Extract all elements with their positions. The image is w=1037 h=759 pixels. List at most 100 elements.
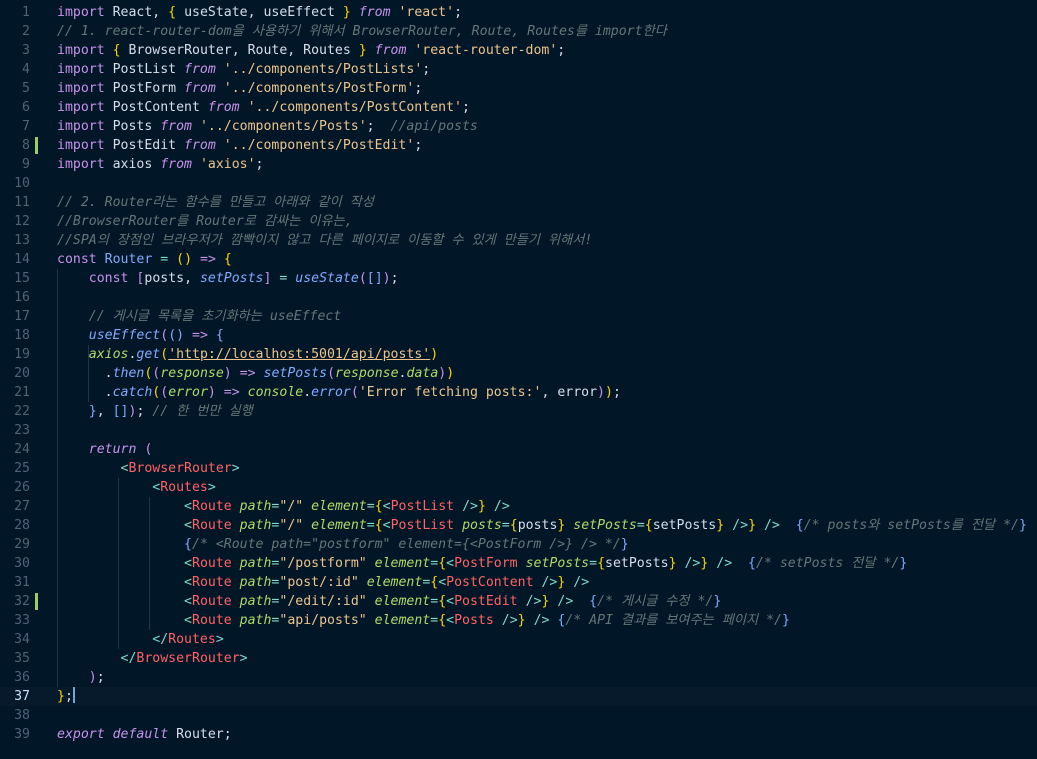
- code-token: Route: [192, 613, 232, 628]
- code-line[interactable]: 4 import PostList from '../components/Pos…: [0, 60, 1037, 79]
- code-line[interactable]: 6 import PostContent from '../components/…: [0, 98, 1037, 117]
- code-text: // 2. Router라는 함수를 만들고 아래와 같이 작성: [57, 193, 374, 212]
- code-line[interactable]: 37};: [0, 687, 1037, 706]
- code-line[interactable]: 3 import { BrowserRouter, Route, Routes }…: [0, 41, 1037, 60]
- code-token: error: [311, 385, 351, 400]
- code-token: Route: [192, 518, 232, 533]
- code-text: import Posts from '../components/Posts';…: [57, 117, 478, 136]
- code-token: useState: [295, 271, 359, 286]
- code-token: ;: [64, 689, 73, 704]
- code-token: }: [477, 499, 486, 514]
- code-token: setPosts: [525, 556, 590, 571]
- line-number: 2: [22, 24, 30, 39]
- code-token: {: [223, 252, 232, 267]
- code-token: <: [382, 499, 391, 514]
- code-line[interactable]: 33 <Route path="api/posts" element={<Pos…: [0, 611, 1037, 630]
- code-token: Route: [192, 575, 232, 590]
- code-line[interactable]: 26 <Routes>: [0, 478, 1037, 497]
- code-line[interactable]: 23: [0, 421, 1037, 440]
- code-token: React,: [104, 5, 169, 20]
- code-token: import: [57, 5, 105, 20]
- code-token: import: [57, 119, 105, 134]
- code-text: import axios from 'axios';: [57, 155, 263, 174]
- code-line[interactable]: 21 .catch((error) => console.error('Erro…: [0, 383, 1037, 402]
- code-line[interactable]: 15 const [posts, setPosts] = useState([]…: [0, 269, 1037, 288]
- code-line[interactable]: 39 export default Router;: [0, 725, 1037, 744]
- code-line[interactable]: 8 import PostEdit from '../components/Pos…: [0, 136, 1037, 155]
- line-number: 34: [14, 632, 30, 647]
- code-line[interactable]: 28 <Route path="/" element={<PostList po…: [0, 516, 1037, 535]
- code-token: 'http://localhost:5001/api/posts': [168, 347, 431, 362]
- line-number: 29: [14, 537, 30, 552]
- code-line[interactable]: 14 const Router = () => {: [0, 250, 1037, 269]
- code-line[interactable]: 12 //BrowserRouter를 Router로 감싸는 이유는,: [0, 212, 1037, 231]
- code-editor[interactable]: 1 import React, { useState, useEffect } f…: [0, 0, 1037, 759]
- code-line[interactable]: 9 import axios from 'axios';: [0, 155, 1037, 174]
- code-line[interactable]: 16: [0, 288, 1037, 307]
- code-line[interactable]: 1 import React, { useState, useEffect } f…: [0, 3, 1037, 22]
- code-token: BrowserRouter: [136, 651, 240, 666]
- code-line[interactable]: 24 return (: [0, 440, 1037, 459]
- code-line[interactable]: 20 .then((response) => setPosts(response…: [0, 364, 1037, 383]
- code-line[interactable]: 13 //SPA의 장점인 브라우저가 깜빡이지 않고 다른 페이지로 이동할 수…: [0, 231, 1037, 250]
- code-token: path: [239, 575, 272, 590]
- code-token: '../components/PostEdit': [223, 138, 415, 153]
- code-token: // 2. Router라는 함수를 만들고 아래와 같이 작성: [57, 195, 374, 210]
- code-line[interactable]: 17 // 게시글 목록을 초기화하는 useEffect: [0, 307, 1037, 326]
- line-number: 31: [14, 575, 30, 590]
- code-token: PostEdit: [454, 594, 518, 609]
- code-line[interactable]: 11 // 2. Router라는 함수를 만들고 아래와 같이 작성: [0, 193, 1037, 212]
- line-number: 38: [14, 708, 30, 723]
- code-line[interactable]: 29 {/* <Route path="postform" element={<…: [0, 535, 1037, 554]
- code-line[interactable]: 19 axios.get('http://localhost:5001/api/…: [0, 345, 1037, 364]
- code-token: import: [57, 100, 105, 115]
- code-line[interactable]: 38: [0, 706, 1037, 725]
- code-token: ): [207, 385, 216, 400]
- code-line[interactable]: 7 import Posts from '../components/Posts'…: [0, 117, 1037, 136]
- code-line[interactable]: 34 </Routes>: [0, 630, 1037, 649]
- code-line[interactable]: 10: [0, 174, 1037, 193]
- code-line[interactable]: 18 useEffect(() => {: [0, 326, 1037, 345]
- code-line[interactable]: 35 </BrowserRouter>: [0, 649, 1037, 668]
- code-token: <: [382, 518, 391, 533]
- code-token: const: [88, 271, 129, 286]
- code-token: from: [358, 5, 391, 20]
- code-token: PostContent: [104, 100, 208, 115]
- code-line[interactable]: 22 }, []); // 한 번만 실행: [0, 402, 1037, 421]
- code-token: BrowserRouter, Route, Routes: [120, 43, 359, 58]
- code-line[interactable]: 32 <Route path="/edit/:id" element={<Pos…: [0, 592, 1037, 611]
- code-line[interactable]: 27 <Route path="/" element={<PostList />…: [0, 497, 1037, 516]
- code-line[interactable]: 31 <Route path="post/:id" element={<Post…: [0, 573, 1037, 592]
- code-line[interactable]: 2 // 1. react-router-dom을 사용하기 위해서 Browse…: [0, 22, 1037, 41]
- code-token: "/postform": [279, 556, 367, 571]
- code-token: return: [88, 442, 137, 457]
- code-token: .: [57, 366, 113, 381]
- code-token: useEffect: [88, 328, 161, 343]
- code-line[interactable]: 30 <Route path="/postform" element={<Pos…: [0, 554, 1037, 573]
- code-text: <Route path="/postform" element={<PostFo…: [57, 554, 907, 573]
- code-line[interactable]: 25 <BrowserRouter>: [0, 459, 1037, 478]
- code-text: <Route path="/" element={<PostList posts…: [57, 516, 1027, 535]
- code-token: ;: [612, 385, 621, 400]
- code-line[interactable]: 36 );: [0, 668, 1037, 687]
- code-token: }: [57, 689, 65, 704]
- code-token: =: [589, 556, 598, 571]
- code-token: '../components/PostLists': [223, 62, 423, 77]
- code-token: </: [120, 651, 137, 666]
- code-line[interactable]: 5 import PostForm from '../components/Pos…: [0, 79, 1037, 98]
- code-token: .: [57, 385, 113, 400]
- line-number: 19: [14, 347, 30, 362]
